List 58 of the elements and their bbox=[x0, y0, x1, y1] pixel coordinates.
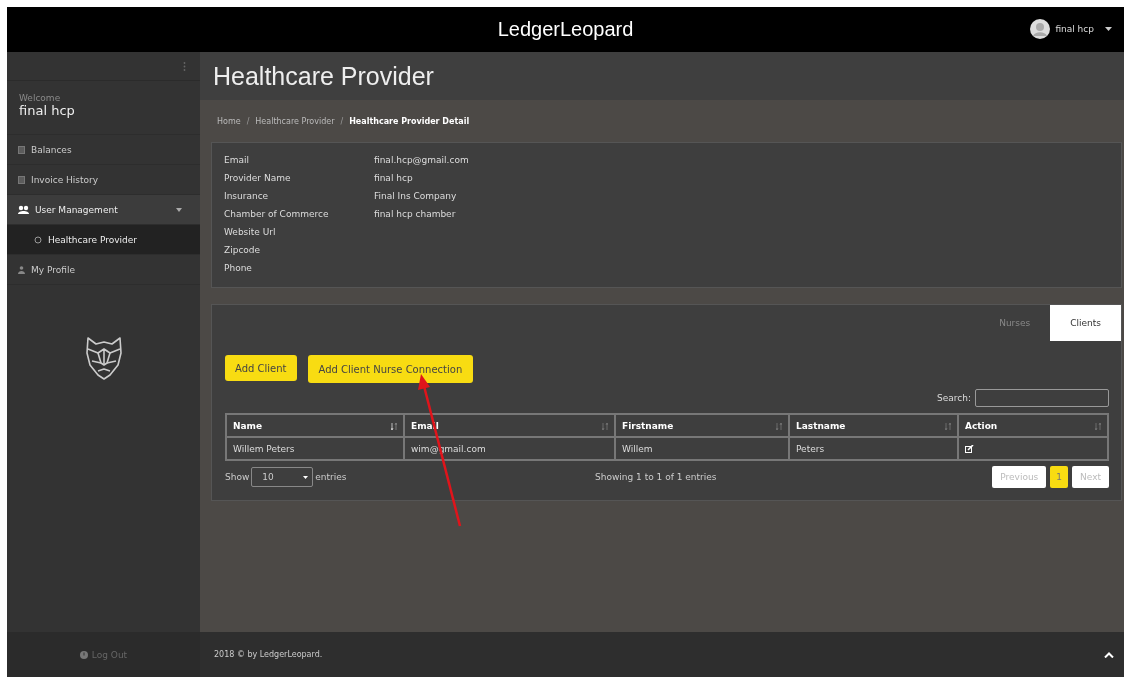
list-icon bbox=[18, 145, 25, 154]
sort-icon bbox=[602, 422, 608, 430]
table-cell: Willem Peters bbox=[226, 437, 404, 460]
detail-label: Zipcode bbox=[224, 245, 262, 255]
add-button[interactable]: Add Client Nurse Connection bbox=[307, 355, 474, 383]
sort-icon bbox=[945, 422, 951, 430]
entries-label: entries bbox=[315, 472, 347, 482]
column-header[interactable]: Name bbox=[226, 414, 404, 437]
caret-icon bbox=[303, 475, 309, 479]
table-info: Showing 1 to 1 of 1 entries bbox=[595, 472, 718, 482]
entries-select[interactable]: 10 bbox=[251, 467, 314, 487]
power-icon bbox=[79, 650, 88, 659]
brand-logo[interactable]: LedgerLeopard bbox=[497, 18, 634, 41]
detail-label: Email bbox=[224, 155, 250, 165]
detail-value: final hcp bbox=[374, 173, 414, 183]
sort-icon bbox=[391, 422, 397, 430]
column-header[interactable]: Firstname bbox=[615, 414, 789, 437]
leopard-logo-icon bbox=[83, 335, 124, 381]
add-button[interactable]: Add Client bbox=[225, 355, 297, 381]
caret-icon bbox=[176, 207, 182, 212]
detail-label: Phone bbox=[224, 263, 253, 273]
search-field[interactable] bbox=[975, 389, 1109, 407]
tab[interactable]: Clients bbox=[1050, 305, 1121, 341]
table-cell: Peters bbox=[789, 437, 958, 460]
footer-text: 2018 © by LedgerLeopard. bbox=[214, 650, 323, 659]
page-title: Healthcare Provider bbox=[213, 61, 434, 91]
circle-icon bbox=[34, 235, 42, 244]
user-menu[interactable]: final hcp bbox=[1030, 19, 1112, 39]
detail-value: final.hcp@gmail.com bbox=[374, 155, 470, 165]
detail-value: final hcp chamber bbox=[374, 209, 457, 219]
caret-icon bbox=[1105, 27, 1112, 31]
person-icon bbox=[18, 265, 25, 274]
column-header[interactable]: Action bbox=[958, 414, 1108, 437]
sort-icon bbox=[776, 422, 782, 430]
sort-icon bbox=[1095, 422, 1101, 430]
breadcrumb-separator: / bbox=[246, 116, 250, 126]
scroll-up-icon bbox=[1104, 651, 1114, 658]
users-icon bbox=[18, 205, 29, 214]
detail-label: Website Url bbox=[224, 227, 277, 237]
sidebar-item[interactable]: Healthcare Provider bbox=[7, 225, 200, 255]
sidebar-item[interactable]: User Management bbox=[7, 195, 200, 225]
detail-label: Chamber of Commerce bbox=[224, 209, 330, 219]
user-name: final hcp bbox=[19, 103, 76, 118]
list-icon bbox=[18, 175, 25, 184]
detail-value: Final Ins Company bbox=[374, 191, 458, 201]
show-label: Show bbox=[225, 472, 250, 482]
table-cell: Willem bbox=[615, 437, 789, 460]
menu-icon bbox=[183, 61, 186, 71]
detail-label: Provider Name bbox=[224, 173, 292, 183]
breadcrumb-link[interactable]: Healthcare Provider bbox=[255, 116, 335, 126]
column-header[interactable]: Lastname bbox=[789, 414, 958, 437]
search-label: Search: bbox=[937, 393, 971, 403]
detail-label: Insurance bbox=[224, 191, 270, 201]
avatar-icon bbox=[1030, 19, 1051, 39]
welcome-label: Welcome bbox=[19, 93, 62, 103]
breadcrumb-separator: / bbox=[340, 116, 344, 126]
breadcrumb-link[interactable]: Home bbox=[217, 116, 241, 126]
edit-icon bbox=[965, 444, 974, 453]
